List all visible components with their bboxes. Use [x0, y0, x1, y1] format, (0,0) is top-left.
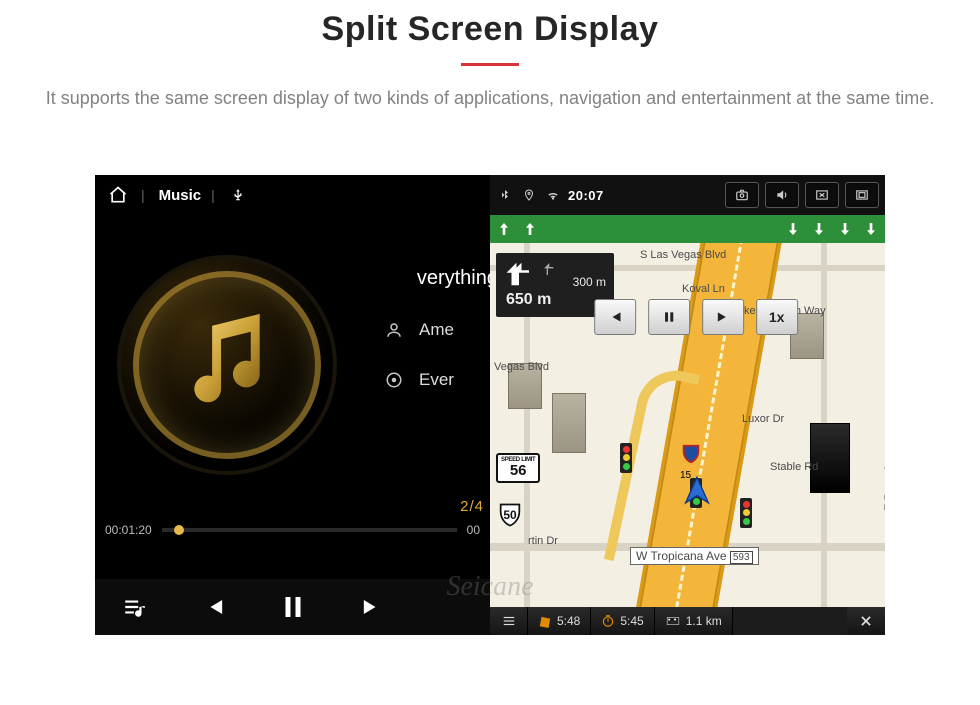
separator: |: [211, 187, 215, 203]
lane-arrow-down-icon: [837, 219, 853, 239]
sim-pause-button[interactable]: [648, 299, 690, 335]
sim-speed-button[interactable]: 1x: [756, 299, 798, 335]
interstate-shield: 15: [680, 443, 702, 465]
nav-menu-button[interactable]: [490, 607, 528, 635]
next-button[interactable]: [349, 584, 395, 630]
page-subtext: It supports the same screen display of t…: [0, 66, 980, 110]
current-position-icon: [680, 473, 714, 507]
map-canvas[interactable]: S Las Vegas Blvd Koval Ln Duke Ellington…: [490, 243, 885, 607]
music-status-bar: | Music |: [95, 175, 490, 215]
street-label: Koval Ln: [682, 283, 725, 295]
turn-total-distance: 650 m: [504, 291, 606, 309]
home-icon[interactable]: [105, 182, 131, 208]
album-row: Ever: [383, 370, 490, 390]
prev-button[interactable]: [191, 584, 237, 630]
remaining-time: 5:45: [620, 614, 643, 628]
remaining-distance: 1.1 km: [686, 614, 722, 628]
seek-track[interactable]: [162, 528, 457, 532]
screenshot-button[interactable]: [725, 182, 759, 208]
track-counter: 2/4: [460, 498, 484, 515]
nav-bottom-bar: 5:48 5:45 1.1 km: [490, 607, 885, 635]
eta-time: 5:48: [557, 614, 580, 628]
album-art: [117, 255, 337, 475]
lane-arrow-down-icon: [863, 219, 879, 239]
street-label: Stable Rd: [770, 461, 818, 473]
street-label: S Las Vegas Blvd: [640, 249, 726, 261]
time-elapsed: 00:01:20: [105, 523, 152, 537]
remaining-distance-cell[interactable]: 1.1 km: [655, 607, 733, 635]
remaining-time-cell[interactable]: 5:45: [591, 607, 654, 635]
street-label: E Reno Ave: [883, 453, 885, 511]
turn-next-distance: 300 m: [573, 275, 606, 289]
separator: |: [141, 187, 145, 203]
track-title: verything: [417, 267, 490, 290]
music-app-title: Music: [159, 187, 202, 204]
split-screen-button[interactable]: [845, 182, 879, 208]
page-title: Split Screen Display: [0, 10, 980, 49]
usb-icon[interactable]: [225, 182, 251, 208]
album-icon: [383, 371, 405, 389]
sim-controls: 1x: [594, 299, 798, 335]
artist-row: Ame: [383, 320, 490, 340]
street-label: Luxor Dr: [742, 413, 784, 425]
clock: 20:07: [568, 188, 604, 203]
album-name: Ever: [419, 370, 454, 390]
traffic-light-icon: [620, 443, 632, 473]
street-label: Vegas Blvd: [494, 361, 549, 373]
lane-guidance-bar: [490, 215, 885, 243]
pause-button[interactable]: [270, 584, 316, 630]
progress-bar[interactable]: 00:01:20 00: [95, 519, 490, 541]
system-status-bar: 20:07: [490, 175, 885, 215]
wifi-icon: [544, 186, 562, 204]
music-note-icon: [181, 311, 273, 415]
speed-limit-sign: SPEED LIMIT 56: [496, 453, 540, 483]
lane-arrow-up-icon: [496, 219, 512, 239]
street-label: rtin Dr: [528, 535, 558, 547]
navigation-pane: 20:07: [490, 175, 885, 635]
eta-cell[interactable]: 5:48: [528, 607, 591, 635]
route-shield: 50: [496, 501, 524, 529]
close-app-button[interactable]: [805, 182, 839, 208]
lane-arrow-down-icon: [811, 219, 827, 239]
location-icon: [520, 186, 538, 204]
track-row: · verything: [383, 267, 490, 290]
sim-next-button[interactable]: [702, 299, 744, 335]
playlist-button[interactable]: [112, 584, 158, 630]
music-pane: | Music |: [95, 175, 490, 635]
street-label-current: W Tropicana Ave 593: [630, 547, 759, 565]
time-total: 00: [467, 523, 480, 537]
turn-right-icon: [540, 261, 556, 277]
turn-left-icon: [504, 259, 534, 289]
split-screen-device: | Music |: [95, 175, 885, 635]
volume-button[interactable]: [765, 182, 799, 208]
artist-icon: [383, 321, 405, 339]
lane-arrow-down-icon: [785, 219, 801, 239]
lane-arrow-up-icon: [522, 219, 538, 239]
nav-close-button[interactable]: [847, 607, 885, 635]
sim-prev-button[interactable]: [594, 299, 636, 335]
artist-name: Ame: [419, 320, 454, 340]
music-controls: ·: [95, 579, 490, 635]
bluetooth-icon: [496, 186, 514, 204]
traffic-light-icon: [740, 498, 752, 528]
